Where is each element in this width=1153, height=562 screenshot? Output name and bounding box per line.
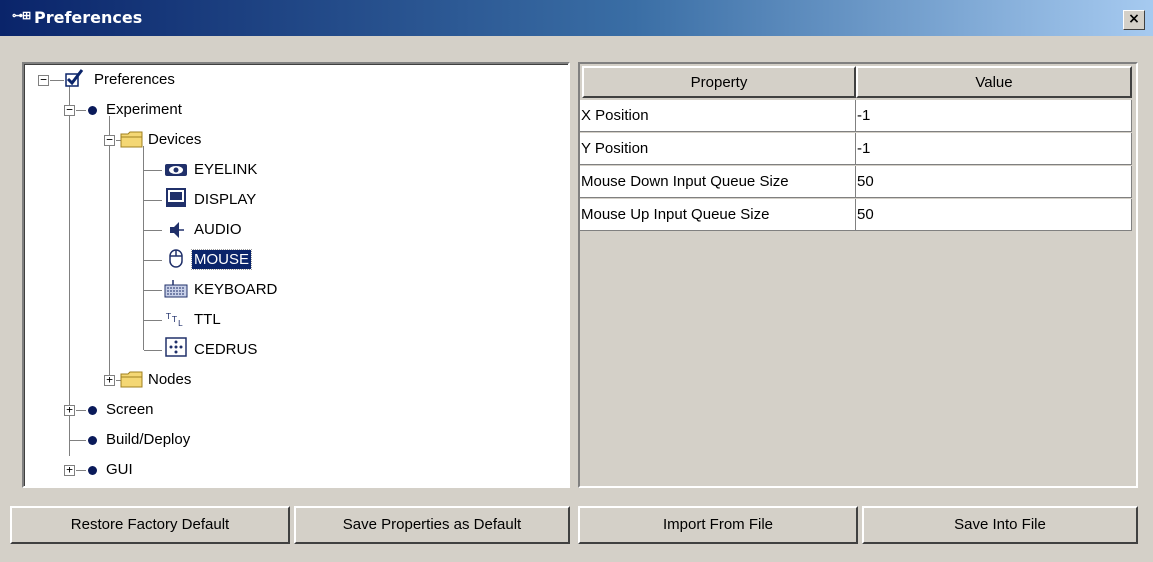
build-deploy-dot-icon xyxy=(88,436,97,445)
svg-text:T: T xyxy=(171,315,177,324)
tree-item-gui[interactable]: + GUI xyxy=(24,456,564,482)
display-icon xyxy=(166,188,186,207)
collapse-icon[interactable]: − xyxy=(38,74,49,86)
tree-label: Experiment xyxy=(106,101,182,118)
tree-item-eyelink[interactable]: EYELINK xyxy=(24,156,564,182)
tree-item-cedrus[interactable]: CEDRUS xyxy=(24,336,564,362)
property-name-cell: Mouse Up Input Queue Size xyxy=(580,199,856,231)
table-row[interactable]: Y Position -1 xyxy=(580,133,1132,165)
property-value-cell[interactable]: -1 xyxy=(856,100,1132,132)
tree-line xyxy=(69,440,86,441)
tree-line xyxy=(144,350,162,351)
preferences-check-icon xyxy=(65,69,84,87)
window-title: Preferences xyxy=(34,8,143,27)
expand-icon[interactable]: + xyxy=(64,404,75,416)
table-row[interactable]: Mouse Down Input Queue Size 50 xyxy=(580,166,1132,198)
tree-line xyxy=(144,320,162,321)
tree-item-mouse[interactable]: MOUSE xyxy=(24,246,564,272)
folder-icon xyxy=(120,131,143,148)
property-value-cell[interactable]: 50 xyxy=(856,199,1132,231)
collapse-icon[interactable]: − xyxy=(64,104,75,116)
expand-icon[interactable]: + xyxy=(104,374,115,386)
property-name-cell: X Position xyxy=(580,100,856,132)
tree-label: GUI xyxy=(106,461,133,478)
tree-item-keyboard[interactable]: KEYBOARD xyxy=(24,276,564,302)
property-name-cell: Y Position xyxy=(580,133,856,165)
folder-icon xyxy=(120,371,143,388)
tree-label: Preferences xyxy=(94,71,175,88)
tree-item-ttl[interactable]: T T L TTL xyxy=(24,306,564,332)
audio-icon xyxy=(170,222,184,238)
svg-text:T: T xyxy=(165,312,171,321)
cedrus-icon xyxy=(165,337,187,357)
eyelink-icon xyxy=(165,164,187,176)
tree-line xyxy=(144,230,162,231)
column-header-value[interactable]: Value xyxy=(856,66,1132,98)
tree-label: DISPLAY xyxy=(194,191,257,208)
tree-item-preferences[interactable]: − Preferences xyxy=(24,66,564,92)
restore-factory-default-button[interactable]: Restore Factory Default xyxy=(10,506,290,544)
ttl-icon: T T L xyxy=(165,312,183,328)
tree-line xyxy=(50,80,64,81)
tree-label: Devices xyxy=(148,131,202,148)
column-header-property[interactable]: Property xyxy=(582,66,856,98)
property-table: Property Value X Position -1 Y Position … xyxy=(578,62,1138,488)
tree-item-audio[interactable]: AUDIO xyxy=(24,216,564,242)
close-button[interactable]: × xyxy=(1123,10,1145,30)
property-value-cell[interactable]: 50 xyxy=(856,166,1132,198)
tree-label: Build/Deploy xyxy=(106,431,191,448)
import-from-file-button[interactable]: Import From File xyxy=(578,506,858,544)
save-properties-as-default-button[interactable]: Save Properties as Default xyxy=(294,506,570,544)
tree-item-build-deploy[interactable]: Build/Deploy xyxy=(24,426,564,452)
tree-item-screen[interactable]: + Screen xyxy=(24,396,564,422)
expand-icon[interactable]: + xyxy=(64,464,75,476)
tree-item-nodes[interactable]: + Nodes xyxy=(24,366,564,392)
screen-dot-icon xyxy=(88,406,97,415)
svg-text:L: L xyxy=(178,319,183,328)
preferences-tree[interactable]: − Preferences − Experiment − Devices EYE… xyxy=(22,62,570,488)
tree-line xyxy=(76,110,86,111)
tree-item-devices[interactable]: − Devices xyxy=(24,126,564,152)
tree-line xyxy=(144,290,162,291)
tree-line xyxy=(144,200,162,201)
title-bar: ⊶⊞ Preferences × xyxy=(0,0,1153,38)
tree-label: MOUSE xyxy=(190,249,253,270)
tree-item-display[interactable]: DISPLAY xyxy=(24,186,564,212)
tree-label: Nodes xyxy=(148,371,192,388)
tree-line xyxy=(144,260,162,261)
property-name-cell: Mouse Down Input Queue Size xyxy=(580,166,856,198)
tree-label: EYELINK xyxy=(194,161,258,178)
tree-line xyxy=(76,470,86,471)
keyboard-icon xyxy=(164,280,188,298)
mouse-icon xyxy=(169,249,183,268)
tree-line xyxy=(76,410,86,411)
tree-label: CEDRUS xyxy=(194,341,258,358)
app-icon: ⊶⊞ xyxy=(12,10,31,22)
tree-label: Screen xyxy=(106,401,154,418)
save-into-file-button[interactable]: Save Into File xyxy=(862,506,1138,544)
tree-label: AUDIO xyxy=(194,221,242,238)
table-row[interactable]: X Position -1 xyxy=(580,100,1132,132)
tree-label: KEYBOARD xyxy=(194,281,278,298)
experiment-dot-icon xyxy=(88,106,97,115)
tree-label: TTL xyxy=(194,311,221,328)
tree-item-experiment[interactable]: − Experiment xyxy=(24,96,564,122)
property-value-cell[interactable]: -1 xyxy=(856,133,1132,165)
collapse-icon[interactable]: − xyxy=(104,134,115,146)
gui-dot-icon xyxy=(88,466,97,475)
table-row[interactable]: Mouse Up Input Queue Size 50 xyxy=(580,199,1132,231)
tree-line xyxy=(144,170,162,171)
